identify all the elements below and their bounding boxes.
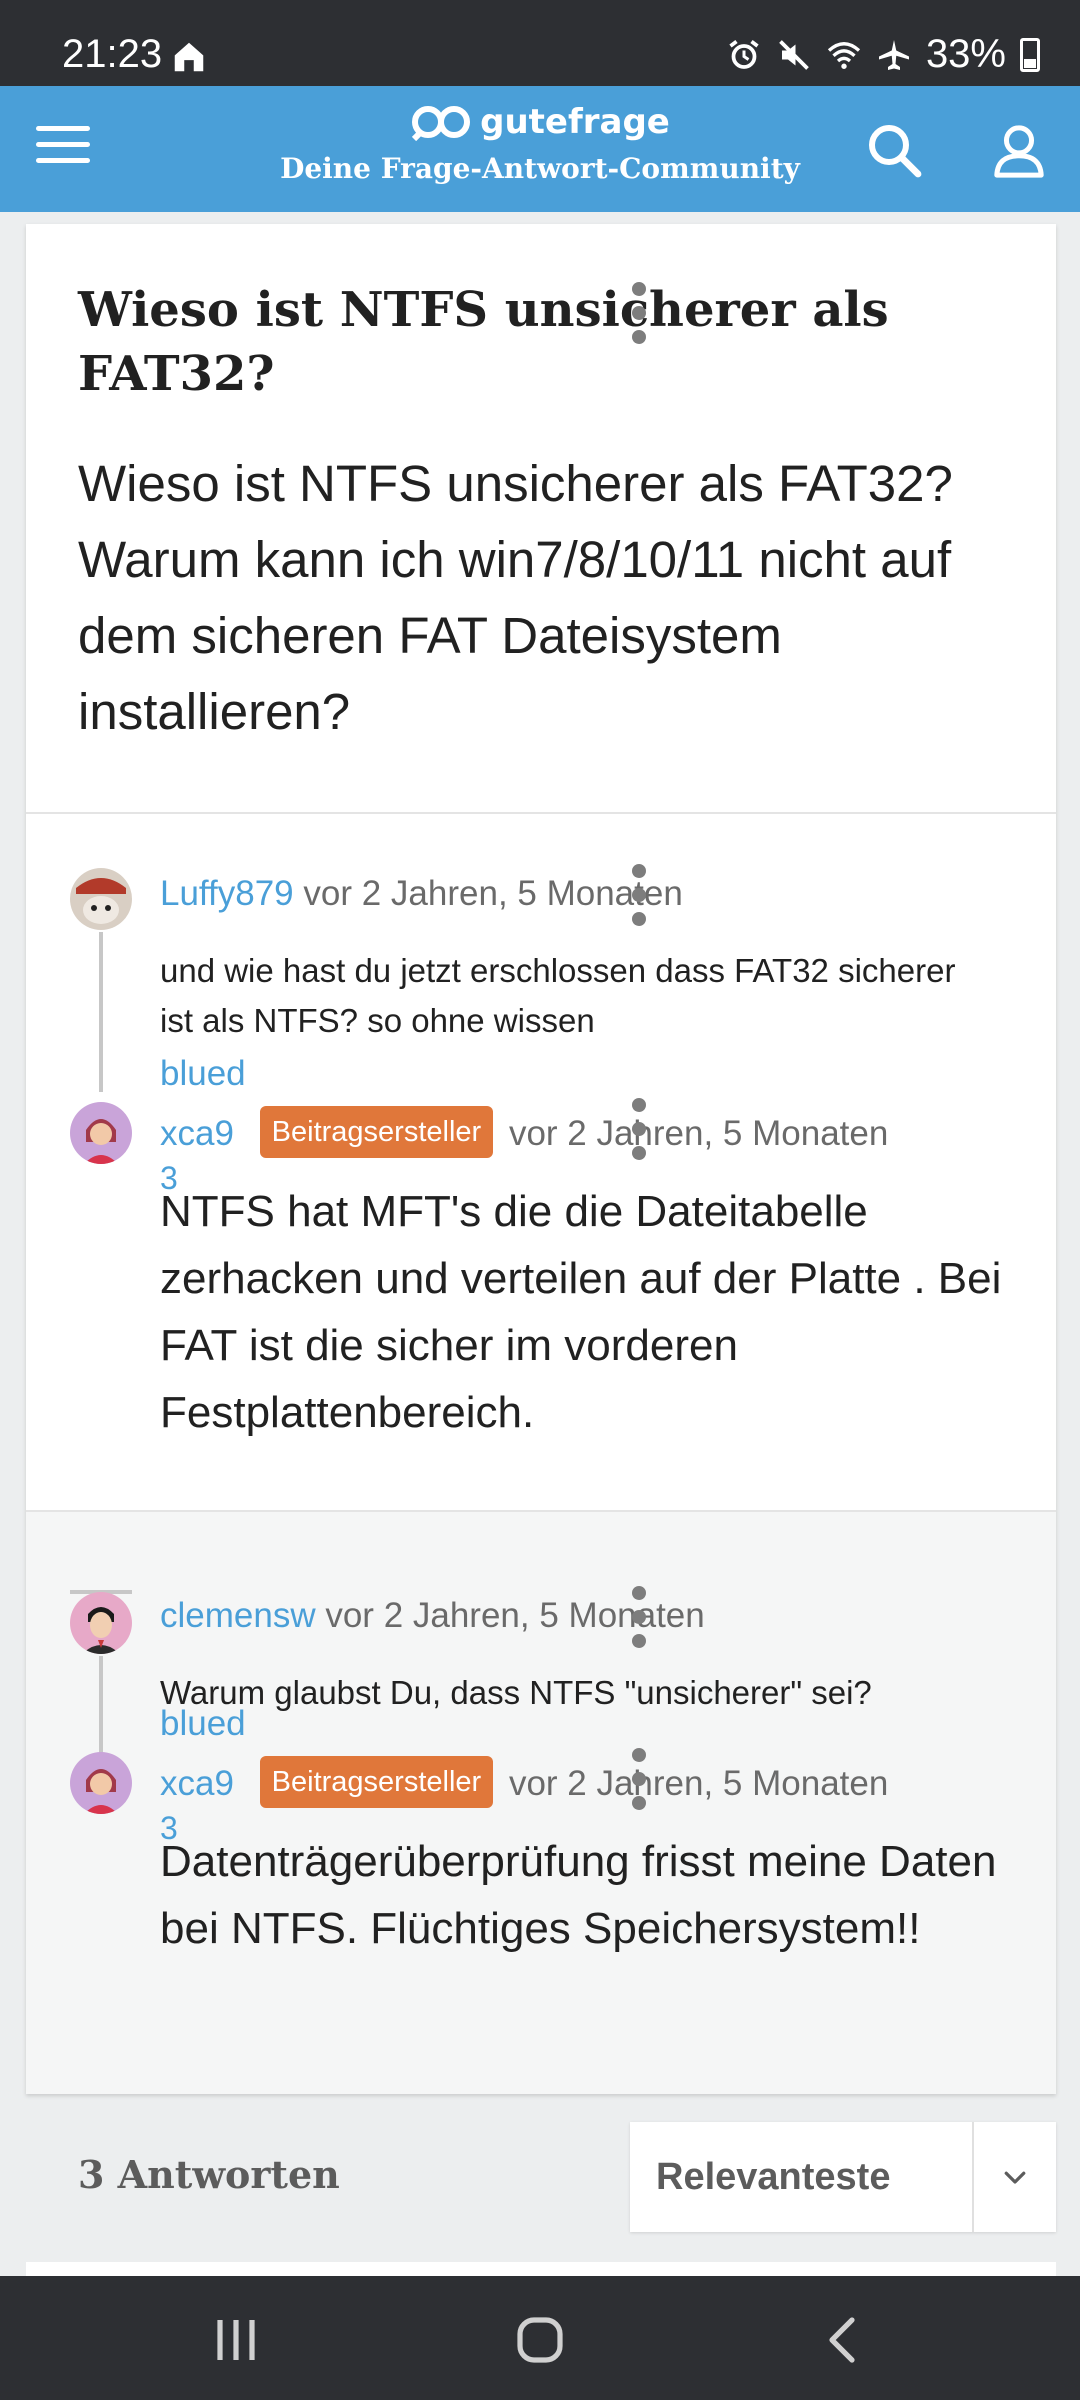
recent-apps-icon[interactable]: [208, 2312, 264, 2368]
reply-meta: xca9 Beitragsersteller vor 2 Jahren, 5 M…: [160, 1756, 888, 1808]
reply-user-name-line1[interactable]: blued: [160, 1054, 246, 1094]
search-icon[interactable]: [866, 122, 922, 178]
gutefrage-logo-icon: [411, 106, 471, 141]
user-profile-icon[interactable]: [992, 122, 1046, 178]
avatar[interactable]: [70, 1752, 132, 1814]
reply-user-name-line1[interactable]: blued: [160, 1704, 246, 1744]
alarm-icon: [729, 39, 759, 69]
reply-meta: xca9 Beitragsersteller vor 2 Jahren, 5 M…: [160, 1106, 888, 1158]
mute-icon: [779, 39, 809, 70]
reply-more-options-icon[interactable]: [624, 1748, 654, 1810]
comment-text: und wie hast du jetzt erschlossen dass F…: [160, 952, 956, 1039]
chevron-down-icon[interactable]: [974, 2122, 1056, 2232]
author-badge: Beitragsersteller: [259, 1106, 494, 1158]
avatar[interactable]: [70, 1102, 132, 1164]
system-nav-bar: [0, 2276, 1080, 2400]
wifi-icon: [827, 41, 861, 69]
battery-icon: [1020, 37, 1040, 72]
question-card: Wieso ist NTFS unsicherer als FAT32? Wie…: [26, 224, 1056, 2094]
comment-username[interactable]: clemensw: [160, 1596, 316, 1635]
reply-text: Datenträgerüberprüfung frisst meine Date…: [160, 1837, 997, 1953]
reply-time: vor 2 Jahren, 5 Monaten: [508, 1764, 889, 1803]
question-more-options-icon[interactable]: [624, 282, 654, 344]
thread-line: [99, 932, 103, 1092]
airplane-icon: [878, 39, 909, 70]
home-button-icon[interactable]: [512, 2312, 568, 2368]
reply-text: NTFS hat MFT's die die Dateitabelle zerh…: [160, 1187, 1002, 1437]
question-title: Wieso ist NTFS unsicherer als FAT32?: [78, 282, 889, 402]
comment-more-options-icon[interactable]: [624, 864, 654, 926]
comment-text: Warum glaubst Du, dass NTFS "unsicherer"…: [160, 1674, 872, 1711]
avatar[interactable]: [70, 1592, 132, 1654]
sort-dropdown[interactable]: Relevanteste: [630, 2122, 1056, 2232]
sort-selected-label[interactable]: Relevanteste: [630, 2122, 974, 2232]
status-time: 21:23: [62, 32, 163, 76]
comment-thread: clemensw vor 2 Jahren, 5 Monaten Warum g…: [26, 1512, 1056, 2094]
home-icon: [174, 42, 204, 72]
reply-more-options-icon[interactable]: [624, 1098, 654, 1160]
author-badge: Beitragsersteller: [259, 1756, 494, 1808]
answers-count: 3 Antworten: [78, 2152, 340, 2197]
avatar[interactable]: [70, 868, 132, 930]
back-icon[interactable]: [816, 2312, 872, 2368]
reply-username[interactable]: xca9: [160, 1114, 234, 1153]
status-bar: 21:23 33%: [0, 0, 1080, 86]
app-bar: gutefrage Deine Frage-Antwort-Community: [0, 86, 1080, 212]
battery-percent: 33%: [925, 32, 1006, 76]
brand-name: gutefrage: [480, 102, 670, 142]
reply-username[interactable]: xca9: [160, 1764, 234, 1803]
comment-meta: Luffy879 vor 2 Jahren, 5 Monaten: [160, 872, 683, 916]
comment-more-options-icon[interactable]: [624, 1586, 654, 1648]
divider: [26, 812, 1056, 814]
comment-username[interactable]: Luffy879: [160, 874, 294, 913]
reply-time: vor 2 Jahren, 5 Monaten: [508, 1114, 889, 1153]
question-body: Wieso ist NTFS unsicherer als FAT32? War…: [78, 455, 953, 740]
